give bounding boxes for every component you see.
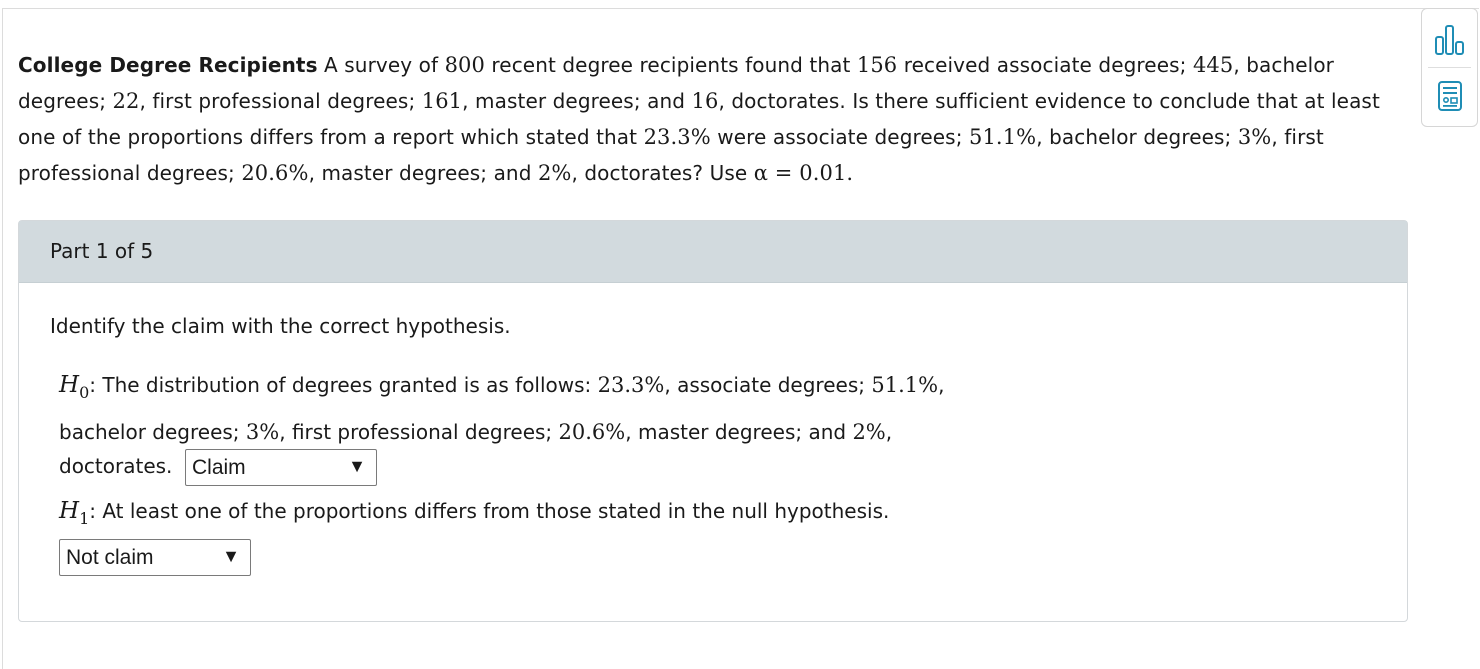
- h1-symbol: H: [59, 498, 80, 524]
- problem-text: received associate degrees;: [897, 53, 1193, 77]
- problem-text: , bachelor degrees;: [1036, 125, 1238, 149]
- problem-text: .: [846, 161, 854, 185]
- hypothesis-text: , master degrees; and: [625, 420, 853, 444]
- math-value: 23.3%: [643, 125, 711, 149]
- math-value: 3%: [245, 420, 280, 444]
- math-value: 800: [444, 53, 485, 77]
- h0-select-value: Claim: [192, 456, 246, 479]
- alternative-hypothesis: H1: At least one of the proportions diff…: [59, 498, 890, 528]
- math-value: 23.3%: [597, 373, 665, 397]
- null-hypothesis-line-2: bachelor degrees; 3%, first professional…: [59, 420, 892, 444]
- part-header: Part 1 of 5: [19, 221, 1407, 283]
- problem-text: , master degrees; and: [462, 89, 692, 113]
- math-value: 51.1%: [969, 125, 1037, 149]
- toolbar-divider: [1428, 67, 1471, 68]
- math-value: 445: [1192, 53, 1234, 77]
- calculator-icon[interactable]: [1430, 73, 1470, 119]
- problem-text: were associate degrees;: [710, 125, 969, 149]
- math-value: 22: [112, 89, 140, 113]
- math-value: 2%: [852, 420, 886, 444]
- null-hypothesis-line-3: doctorates.: [59, 454, 173, 478]
- chevron-down-icon: ▼: [222, 546, 240, 566]
- math-value: 20.6%: [558, 420, 626, 444]
- problem-text: recent degree recipients found that: [484, 53, 857, 77]
- question-part: Part 1 of 5 Identify the claim with the …: [18, 220, 1408, 622]
- h1-select-value: Not claim: [66, 546, 154, 569]
- problem-text: , first professional degrees;: [139, 89, 422, 113]
- problem-text: , master degrees; and: [308, 161, 538, 185]
- h0-claim-select[interactable]: Claim ▼: [185, 449, 377, 486]
- math-value: 51.1%: [871, 373, 939, 397]
- null-hypothesis-line-1: H0: The distribution of degrees granted …: [59, 372, 945, 402]
- hypothesis-text: bachelor degrees;: [59, 420, 246, 444]
- problem-text: A survey of: [317, 53, 445, 77]
- hypothesis-text: ,: [885, 420, 893, 444]
- h1-subscript: 1: [79, 509, 90, 528]
- math-value: 161: [421, 89, 463, 113]
- math-value: 16: [691, 89, 719, 113]
- instruction-text: Identify the claim with the correct hypo…: [50, 314, 511, 338]
- hypothesis-text: : At least one of the proportions differ…: [89, 499, 890, 523]
- math-value: 3%: [1237, 125, 1272, 149]
- problem-statement: College Degree Recipients A survey of 80…: [18, 47, 1413, 191]
- tools-panel: [1421, 8, 1478, 127]
- alpha-value: α = 0.01: [753, 161, 847, 185]
- math-value: 2%: [537, 161, 572, 185]
- hypothesis-text: , first professional degrees;: [279, 420, 559, 444]
- hypothesis-text: ,: [938, 373, 945, 397]
- problem-title: College Degree Recipients: [18, 53, 318, 77]
- math-value: 20.6%: [241, 161, 309, 185]
- h0-subscript: 0: [79, 383, 90, 402]
- chevron-down-icon: ▼: [348, 456, 366, 476]
- h1-claim-select[interactable]: Not claim ▼: [59, 539, 251, 576]
- hypothesis-text: : The distribution of degrees granted is…: [89, 373, 598, 397]
- hypothesis-text: , associate degrees;: [664, 373, 872, 397]
- problem-text: , doctorates? Use: [571, 161, 754, 185]
- math-value: 156: [856, 53, 898, 77]
- h0-symbol: H: [59, 372, 80, 398]
- bar-chart-icon[interactable]: [1430, 17, 1470, 63]
